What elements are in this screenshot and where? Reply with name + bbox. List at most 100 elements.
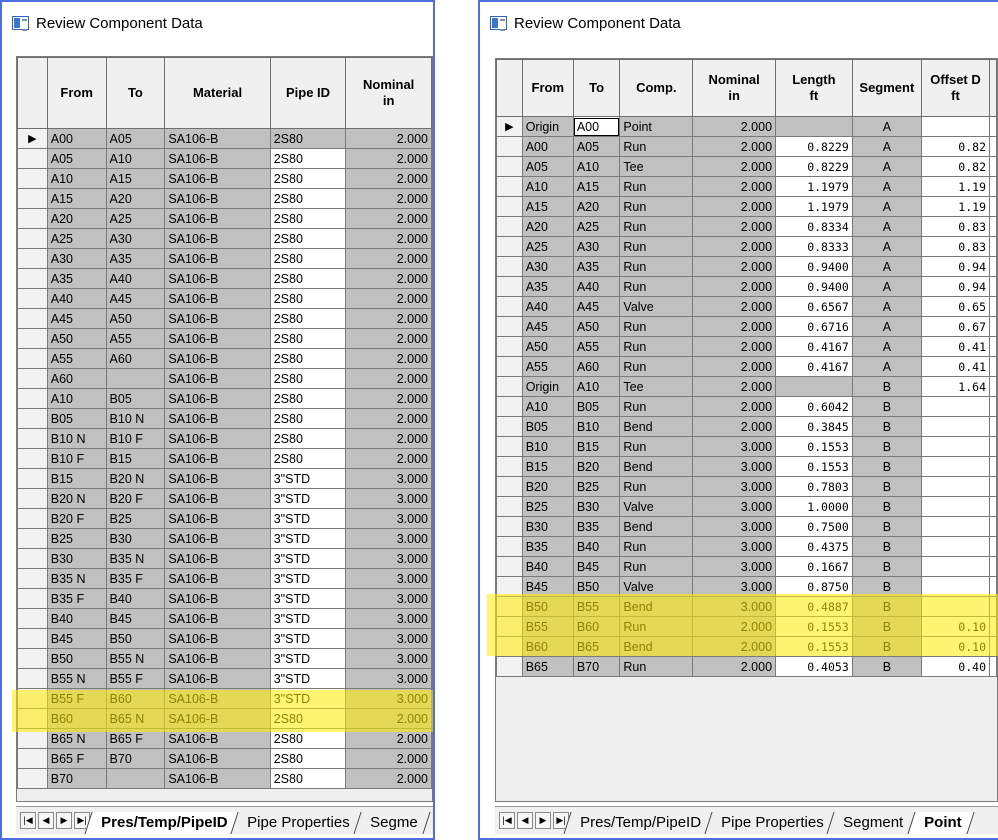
row-selector[interactable] xyxy=(17,348,48,369)
cell-material[interactable]: SA106-B xyxy=(164,668,271,689)
cell-from[interactable]: B40 xyxy=(46,608,107,629)
cell-pipe-id[interactable]: 2S80 xyxy=(269,148,347,169)
cell-segment[interactable]: A xyxy=(851,176,922,197)
column-header-nominal[interactable]: Nominal in xyxy=(345,57,432,129)
cell-segment[interactable]: B xyxy=(851,576,922,597)
row-selector[interactable] xyxy=(17,708,48,729)
first-icon[interactable]: |◀ xyxy=(499,812,515,829)
cell-to[interactable]: B65 N xyxy=(105,708,166,729)
cell-from[interactable]: B40 xyxy=(521,556,574,577)
cell-comp[interactable]: Run xyxy=(619,136,694,157)
cell-comp[interactable]: Run xyxy=(619,276,694,297)
cell-comp[interactable]: Bend xyxy=(619,596,694,617)
cell-nominal[interactable]: 3.000 xyxy=(345,548,432,569)
cell-pipe-id[interactable]: 2S80 xyxy=(269,428,347,449)
cell-material[interactable]: SA106-B xyxy=(164,588,271,609)
column-header-offset-d[interactable]: Offset Dft xyxy=(920,59,991,117)
row-selector[interactable] xyxy=(17,548,48,569)
row-selector[interactable] xyxy=(17,428,48,449)
cell-from[interactable]: A20 xyxy=(46,208,107,229)
cell-nominal[interactable]: 2.000 xyxy=(692,136,777,157)
cell-nominal[interactable]: 2.000 xyxy=(345,288,432,309)
cell-pipe-id[interactable]: 2S80 xyxy=(269,408,347,429)
cell-from[interactable]: B25 xyxy=(521,496,574,517)
cell-segment[interactable]: B xyxy=(851,636,922,657)
cell-nominal[interactable]: 2.000 xyxy=(345,408,432,429)
cell-segment[interactable]: A xyxy=(851,236,922,257)
cell-nominal[interactable]: 2.000 xyxy=(692,396,777,417)
row-selector[interactable] xyxy=(17,628,48,649)
cell-to[interactable]: A40 xyxy=(105,268,166,289)
cell-length[interactable]: 0.4887 xyxy=(775,596,853,617)
prev-icon[interactable]: ◀ xyxy=(517,812,533,829)
cell-nominal[interactable]: 2.000 xyxy=(692,116,777,137)
cell-offset-d[interactable]: 0.10 xyxy=(920,636,991,657)
cell-pipe-id[interactable]: 2S80 xyxy=(269,208,347,229)
cell-offset-d[interactable]: 1.64 xyxy=(920,376,991,397)
cell-from[interactable]: B60 xyxy=(46,708,107,729)
cell-nominal[interactable]: 3.000 xyxy=(692,456,777,477)
cell-offset-d[interactable] xyxy=(920,576,991,597)
cell-material[interactable]: SA106-B xyxy=(164,408,271,429)
table-row[interactable]: B20 B25 Run 3.000 0.7803 B xyxy=(496,476,997,497)
cell-pipe-id[interactable]: 3"STD xyxy=(269,628,347,649)
cell-material[interactable]: SA106-B xyxy=(164,168,271,189)
cell-to[interactable]: A20 xyxy=(105,188,166,209)
cell-length[interactable]: 0.4167 xyxy=(775,336,853,357)
cell-nominal[interactable]: 2.000 xyxy=(692,656,777,677)
row-selector[interactable] xyxy=(496,516,523,537)
cell-segment[interactable]: A xyxy=(851,276,922,297)
cell-nominal[interactable]: 3.000 xyxy=(345,668,432,689)
cell-segment[interactable]: A xyxy=(851,256,922,277)
cell-to[interactable]: B60 xyxy=(105,688,166,709)
row-selector[interactable] xyxy=(17,168,48,189)
cell-from[interactable]: B70 xyxy=(46,768,107,789)
table-row[interactable]: B55 F B60 SA106-B 3"STD 3.000 xyxy=(17,688,432,709)
cell-nominal[interactable]: 2.000 xyxy=(345,768,432,789)
table-row[interactable]: B55 N B55 F SA106-B 3"STD 3.000 xyxy=(17,668,432,689)
next-icon[interactable]: ▶ xyxy=(56,812,72,829)
cell-comp[interactable]: Run xyxy=(619,556,694,577)
table-row[interactable]: B60 B65 N SA106-B 2S80 2.000 xyxy=(17,708,432,729)
cell-nominal[interactable]: 2.000 xyxy=(345,368,432,389)
row-selector[interactable] xyxy=(17,508,48,529)
cell-pipe-id[interactable]: 3"STD xyxy=(269,528,347,549)
cell-nominal[interactable]: 2.000 xyxy=(345,328,432,349)
cell-to[interactable]: A60 xyxy=(572,356,621,377)
table-row[interactable]: A10 B05 SA106-B 2S80 2.000 xyxy=(17,388,432,409)
table-row[interactable]: B30 B35 Bend 3.000 0.7500 B xyxy=(496,516,997,537)
cell-from[interactable]: A05 xyxy=(521,156,574,177)
table-row[interactable]: B15 B20 Bend 3.000 0.1553 B xyxy=(496,456,997,477)
row-selector[interactable] xyxy=(496,456,523,477)
cell-to[interactable]: A20 xyxy=(572,196,621,217)
cell-from[interactable]: A30 xyxy=(521,256,574,277)
row-selector[interactable] xyxy=(496,536,523,557)
cell-segment[interactable]: A xyxy=(851,116,922,137)
table-row[interactable]: A10 A15 SA106-B 2S80 2.000 xyxy=(17,168,432,189)
row-selector[interactable] xyxy=(17,448,48,469)
table-row[interactable]: B70 SA106-B 2S80 2.000 xyxy=(17,768,432,789)
table-row[interactable]: A60 SA106-B 2S80 2.000 xyxy=(17,368,432,389)
row-selector[interactable] xyxy=(17,388,48,409)
cell-nominal[interactable]: 2.000 xyxy=(692,176,777,197)
cell-length[interactable]: 0.7803 xyxy=(775,476,853,497)
table-row[interactable]: A10 A15 Run 2.000 1.1979 A 1.19 xyxy=(496,176,997,197)
cell-nominal[interactable]: 2.000 xyxy=(692,256,777,277)
cell-nominal[interactable]: 3.000 xyxy=(345,468,432,489)
cell-offset-d[interactable]: 0.65 xyxy=(920,296,991,317)
cell-pipe-id[interactable]: 3"STD xyxy=(269,588,347,609)
column-header-pipe-id[interactable]: Pipe ID xyxy=(269,57,347,129)
cell-to[interactable]: A50 xyxy=(105,308,166,329)
tab-point[interactable]: Point xyxy=(906,812,974,834)
table-row[interactable]: B05 B10 Bend 2.000 0.3845 B xyxy=(496,416,997,437)
table-row[interactable]: B45 B50 SA106-B 3"STD 3.000 xyxy=(17,628,432,649)
row-selector[interactable] xyxy=(496,416,523,437)
table-row[interactable]: B20 F B25 SA106-B 3"STD 3.000 xyxy=(17,508,432,529)
cell-length[interactable]: 1.1979 xyxy=(775,176,853,197)
cell-offset-d[interactable] xyxy=(920,496,991,517)
cell-material[interactable]: SA106-B xyxy=(164,208,271,229)
cell-nominal[interactable]: 2.000 xyxy=(692,356,777,377)
cell-to[interactable]: B55 F xyxy=(105,668,166,689)
row-selector[interactable] xyxy=(17,468,48,489)
cell-from[interactable]: B10 xyxy=(521,436,574,457)
